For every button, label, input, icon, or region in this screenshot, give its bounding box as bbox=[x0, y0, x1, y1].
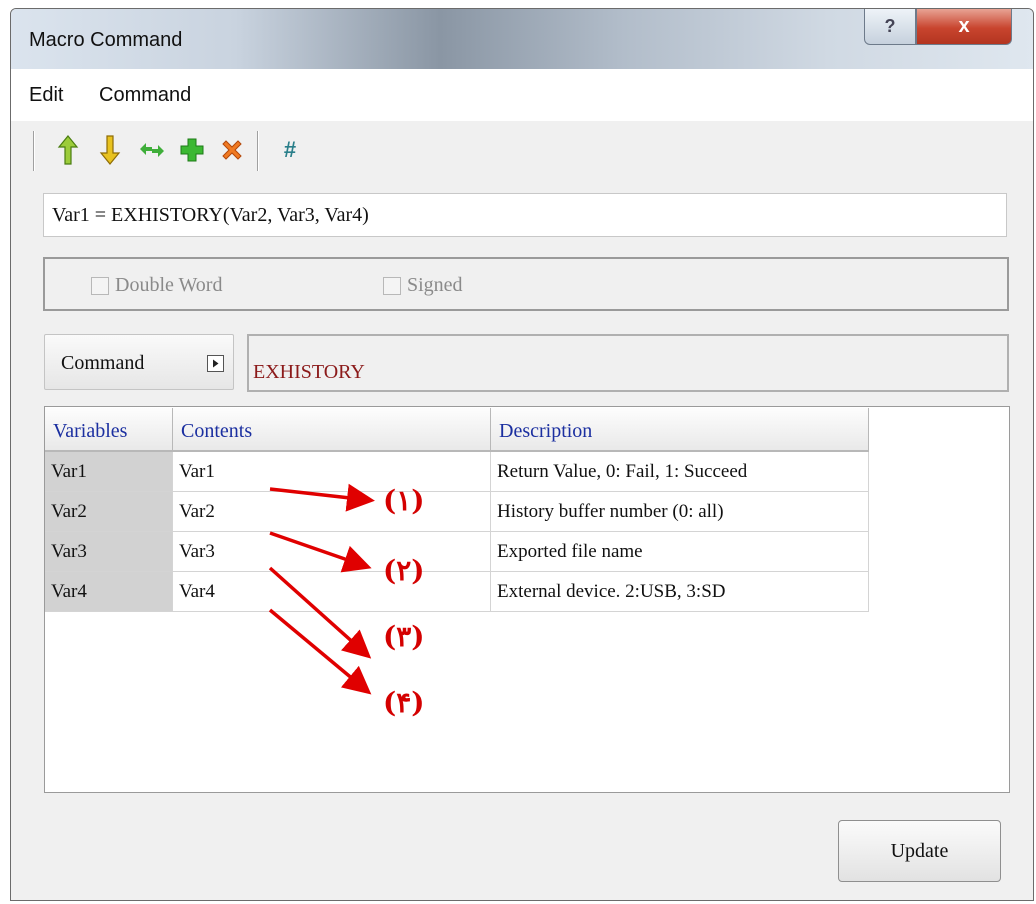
annotation-label-3: (٣) bbox=[383, 620, 425, 653]
command-name-field: EXHISTORY bbox=[247, 334, 1009, 392]
move-down-button[interactable] bbox=[93, 133, 127, 167]
checkbox-box bbox=[91, 276, 109, 295]
toolbar: # bbox=[11, 121, 1033, 183]
signed-checkbox[interactable]: Signed bbox=[383, 274, 463, 297]
add-icon bbox=[180, 138, 204, 162]
variable-cell: Var3 bbox=[45, 532, 173, 572]
toolbar-separator bbox=[33, 131, 35, 171]
update-button[interactable]: Update bbox=[838, 820, 1001, 882]
content-cell[interactable]: Var1 bbox=[173, 452, 491, 492]
chevron-right-icon bbox=[207, 355, 224, 372]
hash-icon: # bbox=[283, 137, 297, 162]
content-cell[interactable]: Var2 bbox=[173, 492, 491, 532]
delete-button[interactable] bbox=[215, 133, 249, 167]
content-cell[interactable]: Var4 bbox=[173, 572, 491, 612]
variable-cell: Var1 bbox=[45, 452, 173, 492]
column-header-contents[interactable]: Contents bbox=[173, 408, 491, 452]
title-bar[interactable]: Macro Command ? x bbox=[11, 9, 1033, 69]
description-cell: Return Value, 0: Fail, 1: Succeed bbox=[491, 452, 869, 492]
description-cell: Exported file name bbox=[491, 532, 869, 572]
variable-cell: Var4 bbox=[45, 572, 173, 612]
content-cell[interactable]: Var3 bbox=[173, 532, 491, 572]
close-button[interactable]: x bbox=[916, 9, 1012, 45]
menu-bar: Edit Command bbox=[11, 69, 1033, 121]
double-word-checkbox[interactable]: Double Word bbox=[91, 274, 222, 297]
help-button[interactable]: ? bbox=[864, 9, 916, 45]
variable-cell: Var2 bbox=[45, 492, 173, 532]
replace-button[interactable] bbox=[135, 133, 169, 167]
close-icon: x bbox=[958, 15, 970, 37]
add-button[interactable] bbox=[175, 133, 209, 167]
move-down-icon bbox=[99, 135, 121, 165]
move-up-button[interactable] bbox=[51, 133, 85, 167]
annotation-label-4: (۴) bbox=[383, 686, 425, 719]
help-icon: ? bbox=[884, 16, 896, 36]
hash-button[interactable]: # bbox=[273, 133, 307, 167]
replace-icon bbox=[140, 143, 164, 157]
menu-command[interactable]: Command bbox=[99, 84, 191, 107]
expression-field[interactable]: Var1 = EXHISTORY(Var2, Var3, Var4) bbox=[43, 193, 1007, 237]
command-name-value: EXHISTORY bbox=[253, 361, 365, 383]
description-cell: External device. 2:USB, 3:SD bbox=[491, 572, 869, 612]
delete-icon bbox=[222, 140, 242, 160]
window-title: Macro Command bbox=[29, 29, 183, 51]
move-up-icon bbox=[57, 135, 79, 165]
checkbox-box bbox=[383, 276, 401, 295]
column-header-variables[interactable]: Variables bbox=[45, 408, 173, 452]
double-word-label: Double Word bbox=[115, 274, 223, 296]
variables-table: Variables Contents Description Var1 Var1… bbox=[44, 406, 1010, 793]
annotation-label-1: (١) bbox=[383, 484, 425, 517]
command-button[interactable]: Command bbox=[44, 334, 234, 390]
column-header-description[interactable]: Description bbox=[491, 408, 869, 452]
options-group: Double Word Signed bbox=[43, 257, 1009, 311]
toolbar-separator bbox=[257, 131, 259, 171]
description-cell: History buffer number (0: all) bbox=[491, 492, 869, 532]
annotation-label-2: (٢) bbox=[383, 554, 425, 587]
menu-edit[interactable]: Edit bbox=[29, 84, 63, 107]
signed-label: Signed bbox=[407, 274, 463, 296]
macro-command-dialog: Macro Command ? x Edit Command # Var1 = … bbox=[10, 8, 1034, 901]
command-button-label: Command bbox=[61, 352, 145, 374]
